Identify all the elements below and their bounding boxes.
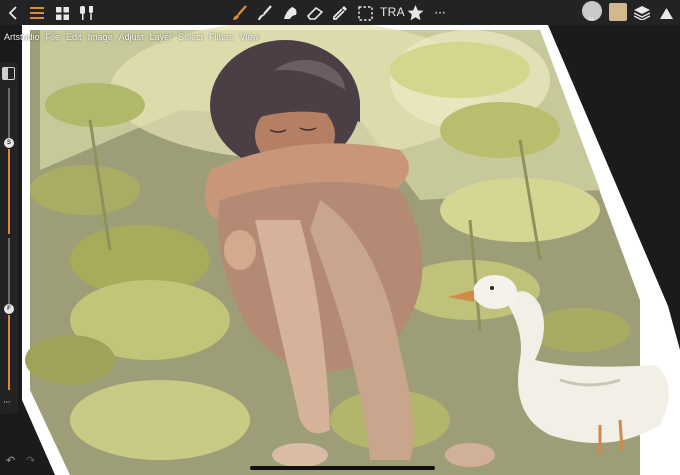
menu-artstudio[interactable]: Artstudio: [4, 32, 40, 42]
artstudio-app: TRA ··· 74 Artstudio File Edit Image Adj…: [0, 0, 680, 475]
menu-layer[interactable]: Layer: [150, 32, 173, 42]
opacity-slider-track-upper[interactable]: [8, 238, 10, 304]
undo-redo-group: ↶ ↷: [6, 455, 38, 467]
menu-icon[interactable]: [27, 3, 47, 23]
size-slider-track-upper[interactable]: [8, 88, 10, 138]
size-slider-knob[interactable]: S: [4, 138, 14, 148]
left-sidebar: S F ···: [0, 62, 18, 414]
menu-view[interactable]: View: [240, 32, 259, 42]
goose-head: [473, 275, 517, 309]
menu-adjust[interactable]: Adjust: [119, 32, 144, 42]
eraser-icon[interactable]: [305, 3, 325, 23]
top-toolbar: TRA ··· 74: [0, 0, 680, 25]
menu-filters[interactable]: Filters: [209, 32, 234, 42]
menu-select[interactable]: Select: [178, 32, 203, 42]
sidebar-toggle-icon[interactable]: [2, 67, 15, 80]
selection-icon[interactable]: [355, 3, 375, 23]
back-icon[interactable]: [3, 3, 23, 23]
layers-icon[interactable]: [632, 3, 652, 23]
menu-image[interactable]: Image: [88, 32, 113, 42]
redo-icon[interactable]: ↷: [26, 455, 38, 467]
undo-icon[interactable]: ↶: [6, 455, 18, 467]
color-swatch[interactable]: [609, 3, 627, 21]
menu-bar: Artstudio File Edit Image Adjust Layer S…: [0, 28, 265, 46]
artwork-canvas[interactable]: [0, 25, 680, 475]
opacity-slider-track-fill[interactable]: [8, 315, 10, 390]
liquify-icon[interactable]: [280, 3, 300, 23]
home-indicator: [250, 466, 435, 470]
sidebar-more-icon[interactable]: ···: [3, 398, 11, 408]
eyedropper-icon[interactable]: [330, 3, 350, 23]
brush-icon[interactable]: [230, 3, 250, 23]
text-tool-label[interactable]: TRA: [380, 5, 405, 19]
gallery-icon[interactable]: [52, 3, 72, 23]
adjustments-icon[interactable]: [77, 3, 97, 23]
size-slider-track-fill[interactable]: [8, 149, 10, 234]
menu-edit[interactable]: Edit: [66, 32, 82, 42]
opacity-slider-knob[interactable]: F: [4, 304, 14, 314]
smudge-icon[interactable]: [255, 3, 275, 23]
more-icon[interactable]: ···: [430, 3, 450, 23]
brush-size-value: 74: [588, 17, 594, 23]
menu-file[interactable]: File: [46, 32, 61, 42]
canvas-viewport[interactable]: [0, 25, 680, 475]
star-icon[interactable]: [405, 3, 425, 23]
triangle-icon[interactable]: [656, 3, 676, 23]
